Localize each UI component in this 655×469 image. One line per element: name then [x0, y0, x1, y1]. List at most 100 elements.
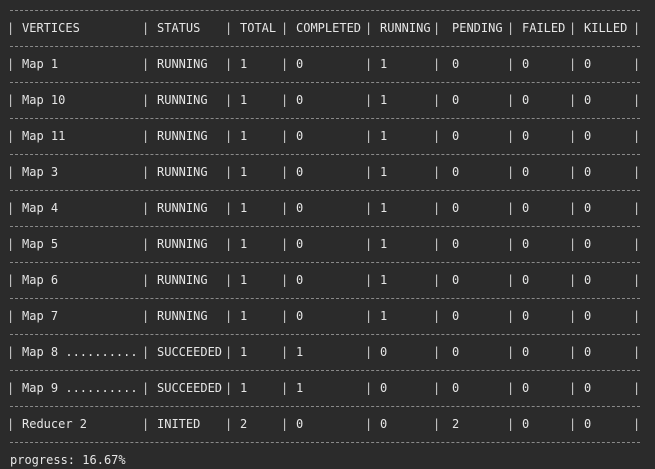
column-divider: |: [569, 129, 577, 143]
column-divider: |: [633, 345, 641, 359]
table-cell: Map 6: [22, 273, 59, 287]
table-cell: 0: [452, 381, 460, 395]
column-divider: |: [225, 93, 233, 107]
column-divider: |: [142, 237, 150, 251]
column-divider: |: [365, 417, 373, 431]
column-divider: |: [507, 93, 515, 107]
column-divider: |: [507, 57, 515, 71]
table-cell: 1: [296, 381, 304, 395]
column-divider: |: [365, 273, 373, 287]
column-divider: |: [142, 345, 150, 359]
column-divider: |: [7, 345, 15, 359]
table-cell: 0: [296, 273, 304, 287]
table-cell: Map 10: [22, 93, 66, 107]
table-cell: 0: [452, 273, 460, 287]
column-divider: |: [7, 201, 15, 215]
column-divider: |: [7, 57, 15, 71]
table-cell: 0: [584, 129, 592, 143]
column-divider: |: [507, 417, 515, 431]
table-cell: 0: [584, 345, 592, 359]
table-cell: 0: [296, 237, 304, 251]
column-divider: |: [569, 273, 577, 287]
column-divider: |: [507, 381, 515, 395]
column-header: COMPLETED: [296, 21, 362, 35]
column-divider: |: [225, 273, 233, 287]
column-divider: |: [433, 201, 441, 215]
table-separator: [10, 46, 640, 47]
column-divider: |: [225, 201, 233, 215]
table-cell: Reducer 2: [22, 417, 88, 431]
table-cell: RUNNING: [157, 201, 208, 215]
table-cell: RUNNING: [157, 57, 208, 71]
column-divider: |: [225, 57, 233, 71]
table-cell: 1: [380, 93, 388, 107]
column-divider: |: [7, 417, 15, 431]
table-cell: 0: [522, 309, 530, 323]
column-divider: |: [365, 129, 373, 143]
table-cell: Map 11: [22, 129, 66, 143]
column-divider: |: [433, 345, 441, 359]
table-separator: [10, 442, 640, 443]
table-cell: 0: [296, 309, 304, 323]
column-divider: |: [433, 93, 441, 107]
terminal-output: | | | | | | | | | VERTICES STATUS TOTAL COMPLETED RUN…: [0, 0, 655, 469]
table-cell: 0: [452, 309, 460, 323]
table-cell: 0: [296, 93, 304, 107]
column-header: RUNNING: [380, 21, 431, 35]
table-cell: Map 8 ..........: [22, 345, 138, 359]
table-cell: 0: [380, 345, 388, 359]
table-cell: RUNNING: [157, 237, 208, 251]
table-cell: 0: [584, 57, 592, 71]
table-cell: RUNNING: [157, 273, 208, 287]
column-divider: |: [365, 21, 373, 35]
table-cell: 0: [584, 93, 592, 107]
column-divider: |: [569, 57, 577, 71]
table-separator: [10, 334, 640, 335]
table-cell: 1: [240, 381, 248, 395]
table-cell: 0: [584, 309, 592, 323]
table-cell: 0: [522, 57, 530, 71]
column-divider: |: [225, 237, 233, 251]
column-divider: |: [281, 381, 289, 395]
table-cell: 0: [522, 129, 530, 143]
column-divider: |: [142, 165, 150, 179]
table-cell: 0: [584, 381, 592, 395]
table-cell: 1: [380, 273, 388, 287]
table-separator: [10, 10, 640, 11]
table-cell: 0: [522, 417, 530, 431]
table-cell: 1: [240, 57, 248, 71]
column-divider: |: [433, 165, 441, 179]
table-cell: 0: [452, 237, 460, 251]
column-divider: |: [633, 165, 641, 179]
table-cell: 0: [584, 273, 592, 287]
column-divider: |: [569, 381, 577, 395]
table-cell: 0: [452, 201, 460, 215]
table-cell: 0: [296, 57, 304, 71]
column-divider: |: [569, 93, 577, 107]
column-header: KILLED: [584, 21, 628, 35]
table-cell: 1: [296, 345, 304, 359]
column-divider: |: [142, 93, 150, 107]
table-cell: 0: [380, 417, 388, 431]
column-divider: |: [142, 417, 150, 431]
column-divider: |: [507, 129, 515, 143]
table-cell: 0: [452, 57, 460, 71]
table-cell: 1: [240, 93, 248, 107]
column-divider: |: [7, 273, 15, 287]
column-divider: |: [225, 345, 233, 359]
column-divider: |: [142, 381, 150, 395]
column-divider: |: [365, 201, 373, 215]
table-separator: [10, 226, 640, 227]
column-divider: |: [7, 165, 15, 179]
column-divider: |: [633, 381, 641, 395]
column-divider: |: [365, 381, 373, 395]
column-divider: |: [633, 201, 641, 215]
table-cell: 2: [240, 417, 248, 431]
table-cell: 1: [240, 309, 248, 323]
column-divider: |: [281, 165, 289, 179]
column-divider: |: [633, 273, 641, 287]
table-cell: 1: [380, 309, 388, 323]
progress-line: progress: 16.67%: [10, 452, 126, 468]
column-divider: |: [281, 309, 289, 323]
table-cell: 0: [522, 93, 530, 107]
